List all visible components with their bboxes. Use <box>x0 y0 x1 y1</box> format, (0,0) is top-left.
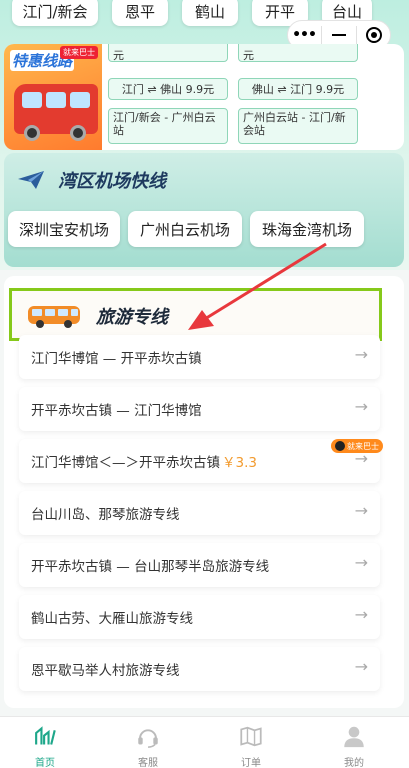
airport-button-shenzhen[interactable]: 深圳宝安机场 <box>8 211 120 247</box>
tour-item-label: 鹤山古劳、大雁山旅游专线 <box>31 611 193 627</box>
mascot-icon <box>335 441 345 451</box>
discount-banner-image[interactable]: 特惠线路 就来巴士 <box>4 44 102 150</box>
tab-profile[interactable]: 我的 <box>319 717 389 768</box>
capsule-divider <box>321 26 322 44</box>
tour-item[interactable]: 台山川岛、那琴旅游专线 → <box>19 491 380 535</box>
tour-section-title: 旅游专线 <box>96 307 168 328</box>
bottom-tab-bar: 首页 客服 订单 我的 <box>0 716 409 768</box>
map-icon <box>240 726 262 747</box>
tab-label: 订单 <box>241 758 261 768</box>
brand-badge: 就来巴士 <box>60 46 98 59</box>
tour-item[interactable]: 江门华博馆 — 开平赤坎古镇 → <box>19 335 380 379</box>
tour-item-label: 开平赤坎古镇 — 江门华博馆 <box>31 403 202 419</box>
tour-item-price: ￥3.3 <box>222 455 257 471</box>
tour-item-label: 江门华博馆＜—＞开平赤坎古镇 <box>31 455 220 471</box>
route-button-baiyun-jiangmen[interactable]: 广州白云站 - 江门/新会站 <box>238 108 358 144</box>
arrow-right-icon: → <box>354 553 368 572</box>
tab-label: 客服 <box>138 758 158 768</box>
route-button-partial-right[interactable]: 元 <box>238 44 358 62</box>
hot-badge: 就来巴士 <box>331 439 383 453</box>
arrow-right-icon: → <box>354 657 368 676</box>
discount-routes-card: 特惠线路 就来巴士 元 元 江门 ⇌ 佛山 9.9元 佛山 ⇌ 江门 9.9元 … <box>4 44 404 150</box>
tour-item-label: 开平赤坎古镇 — 台山那琴半岛旅游专线 <box>31 559 270 575</box>
tour-section-header: 旅游专线 <box>9 288 382 341</box>
tour-item-label: 恩平歇马举人村旅游专线 <box>31 663 180 679</box>
user-icon <box>344 726 364 748</box>
tour-item-label: 江门华博馆 — 开平赤坎古镇 <box>31 351 202 367</box>
tab-orders[interactable]: 订单 <box>216 717 286 768</box>
airport-button-zhuhai[interactable]: 珠海金湾机场 <box>250 211 364 247</box>
tour-bus-icon <box>28 306 80 328</box>
bus-illustration <box>14 84 98 141</box>
tour-item[interactable]: 恩平歇马举人村旅游专线 → <box>19 647 380 691</box>
tour-item[interactable]: 开平赤坎古镇 — 江门华博馆 → <box>19 387 380 431</box>
route-button-jiangmen-foshan[interactable]: 江门 ⇌ 佛山 9.9元 <box>108 78 228 100</box>
plane-icon <box>18 171 44 189</box>
minus-icon <box>332 34 346 36</box>
airport-button-guangzhou[interactable]: 广州白云机场 <box>128 211 242 247</box>
tour-item[interactable]: 鹤山古劳、大雁山旅游专线 → <box>19 595 380 639</box>
tour-item[interactable]: 开平赤坎古镇 — 台山那琴半岛旅游专线 → <box>19 543 380 587</box>
route-button-jiangmen-baiyun[interactable]: 江门/新会 - 广州白云站 <box>108 108 228 144</box>
airport-express-card: 湾区机场快线 深圳宝安机场 广州白云机场 珠海金湾机场 <box>4 153 404 267</box>
tab-home[interactable]: 首页 <box>10 717 80 768</box>
tour-item-label: 台山川岛、那琴旅游专线 <box>31 507 180 523</box>
more-dots-icon: ••• <box>292 27 317 43</box>
city-chip-jiangmen[interactable]: 江门/新会 <box>12 0 98 26</box>
tab-customer-service[interactable]: 客服 <box>113 717 183 768</box>
arrow-right-icon: → <box>354 605 368 624</box>
arrow-right-icon: → <box>354 397 368 416</box>
city-chip-enping[interactable]: 恩平 <box>112 0 168 26</box>
tab-label: 我的 <box>344 758 364 768</box>
tour-item[interactable]: 江门华博馆＜—＞开平赤坎古镇 ￥3.3 → <box>19 439 380 483</box>
route-button-partial-left[interactable]: 元 <box>108 44 228 62</box>
airport-section-title: 湾区机场快线 <box>58 171 166 192</box>
route-button-foshan-jiangmen[interactable]: 佛山 ⇌ 江门 9.9元 <box>238 78 358 100</box>
headset-icon <box>138 729 158 748</box>
arrow-right-icon: → <box>354 345 368 364</box>
tab-label: 首页 <box>35 758 55 768</box>
capsule-divider <box>356 26 357 44</box>
target-icon <box>366 27 382 43</box>
city-chip-heshan[interactable]: 鹤山 <box>182 0 238 26</box>
home-icon <box>35 726 56 745</box>
arrow-right-icon: → <box>354 501 368 520</box>
